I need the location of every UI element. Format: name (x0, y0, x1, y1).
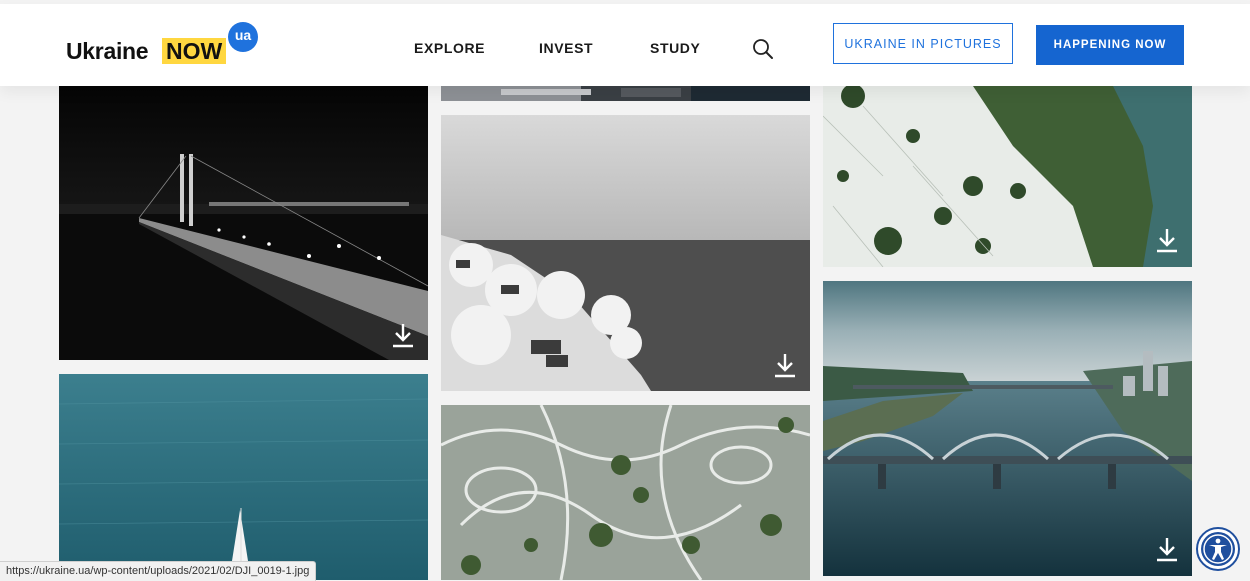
photo-image (59, 374, 428, 580)
ukraine-in-pictures-button[interactable]: UKRAINE IN PICTURES (833, 23, 1013, 64)
site-header: Ukraine NOW ua EXPLORE INVEST STUDY UKRA… (0, 4, 1250, 86)
photo-image (441, 115, 810, 391)
status-bar-url: https://ukraine.ua/wp-content/uploads/20… (0, 561, 317, 581)
photo-aerial-snowy-park[interactable] (441, 405, 810, 580)
search-icon (753, 39, 773, 59)
nav-invest[interactable]: INVEST (539, 40, 593, 56)
accessibility-button[interactable] (1196, 527, 1240, 571)
photo-sea-sailboat[interactable] (59, 374, 428, 580)
nav-study[interactable]: STUDY (650, 40, 700, 56)
nav-explore[interactable]: EXPLORE (414, 40, 485, 56)
logo-word-now: NOW (162, 38, 227, 64)
page: Ukraine NOW ua EXPLORE INVEST STUDY UKRA… (0, 0, 1250, 581)
photo-image (823, 86, 1192, 267)
happening-now-button[interactable]: HAPPENING NOW (1036, 25, 1184, 65)
download-button[interactable] (773, 352, 797, 378)
download-icon (775, 354, 795, 378)
download-icon (1157, 538, 1177, 562)
photo-arch-bridge[interactable] (823, 281, 1192, 576)
photo-image (59, 86, 428, 360)
logo-word-ukraine: Ukraine (66, 38, 149, 64)
photo-image (441, 86, 810, 101)
photo-image (823, 281, 1192, 576)
photo-aerial-snowy-forest[interactable] (823, 86, 1192, 267)
download-icon (393, 324, 413, 348)
photo-snowy-riverbank[interactable] (441, 115, 810, 391)
download-icon (1157, 229, 1177, 253)
search-button[interactable] (751, 37, 775, 61)
photo-image (441, 405, 810, 580)
logo-ua-badge: ua (228, 22, 258, 52)
download-button[interactable] (391, 322, 415, 348)
photo-aerial-city-strip[interactable] (441, 86, 810, 101)
photo-night-bridge[interactable] (59, 86, 428, 360)
download-button[interactable] (1155, 536, 1179, 562)
site-logo[interactable]: Ukraine NOW ua (66, 22, 266, 70)
download-button[interactable] (1155, 227, 1179, 253)
accessibility-icon (1201, 532, 1235, 566)
